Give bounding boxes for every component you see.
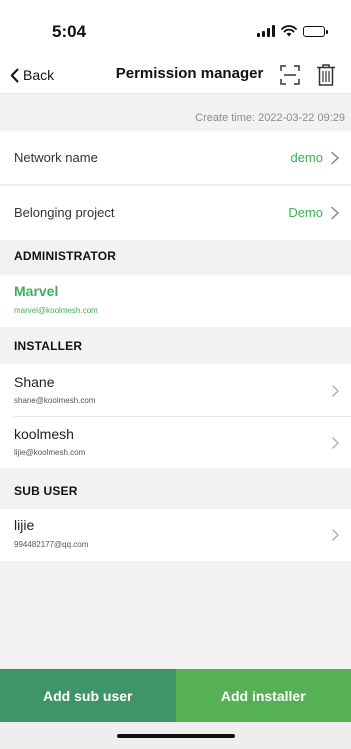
bottom-action-bar: Add sub user Add installer — [0, 669, 351, 722]
belonging-project-row[interactable]: Belonging project Demo — [0, 186, 351, 240]
belonging-project-label: Belonging project — [14, 205, 115, 220]
battery-icon — [303, 25, 328, 37]
administrator-email: marvel@koolmesh.com — [14, 306, 98, 315]
administrator-row: Marvel marvel@koolmesh.com — [0, 275, 351, 327]
create-time: Create time: 2022-03-22 09:29 — [195, 112, 345, 124]
installer-list: Shane shane@koolmesh.com koolmesh lijie@… — [0, 364, 351, 468]
installer-name: Shane — [14, 374, 55, 390]
installer-email: lijie@koolmesh.com — [14, 448, 86, 457]
chevron-right-icon — [332, 529, 339, 541]
list-item[interactable]: koolmesh lijie@koolmesh.com — [0, 417, 351, 468]
signal-icon — [257, 25, 275, 37]
scan-button[interactable] — [279, 64, 301, 86]
administrator-header: ADMINISTRATOR — [14, 249, 117, 263]
chevron-right-icon — [331, 151, 340, 165]
screen: 5:04 Back Permission manager Create time… — [0, 0, 351, 749]
chevron-right-icon — [332, 385, 339, 397]
add-sub-user-button[interactable]: Add sub user — [0, 669, 176, 722]
belonging-project-value: Demo — [288, 205, 323, 220]
list-item[interactable]: lijie 994482177@qq.com — [0, 509, 351, 561]
status-bar: 5:04 — [0, 0, 351, 56]
chevron-right-icon — [331, 206, 340, 220]
network-name-label: Network name — [14, 150, 98, 165]
status-time: 5:04 — [52, 22, 87, 41]
home-area — [0, 722, 351, 749]
chevron-right-icon — [332, 437, 339, 449]
nav-bar: Back Permission manager — [0, 56, 351, 94]
delete-button[interactable] — [315, 63, 337, 87]
installer-name: koolmesh — [14, 426, 74, 442]
network-name-row[interactable]: Network name demo — [0, 131, 351, 185]
list-item[interactable]: Shane shane@koolmesh.com — [0, 364, 351, 416]
sub-user-email: 994482177@qq.com — [14, 540, 89, 549]
administrator-name: Marvel — [14, 283, 59, 299]
network-name-value: demo — [290, 150, 323, 165]
scan-icon — [280, 65, 300, 85]
add-installer-button[interactable]: Add installer — [175, 669, 351, 722]
wifi-icon — [281, 25, 297, 37]
installer-email: shane@koolmesh.com — [14, 396, 96, 405]
sub-user-header: SUB USER — [14, 484, 78, 498]
home-indicator[interactable] — [117, 734, 235, 738]
sub-user-name: lijie — [14, 517, 35, 533]
status-icons — [257, 25, 328, 37]
trash-icon — [317, 64, 335, 86]
installer-header: INSTALLER — [14, 339, 83, 353]
